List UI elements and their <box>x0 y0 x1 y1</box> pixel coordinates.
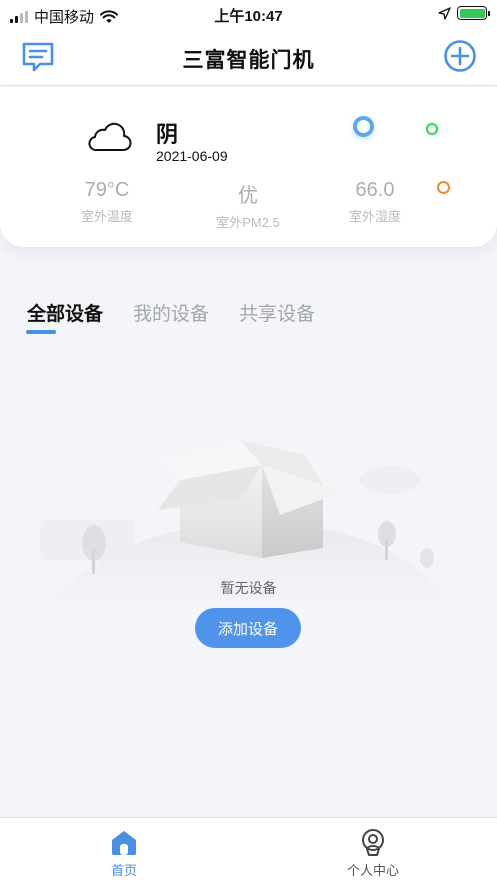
bottom-tab-home-label: 首页 <box>110 863 137 878</box>
add-device-cta-button[interactable]: 添加设备 <box>195 608 301 648</box>
indicator-dot-green <box>426 123 438 135</box>
metric-label: 室外PM2.5 <box>216 215 280 230</box>
metric-value: 优 <box>238 185 258 207</box>
empty-state-text: 暂无设备 <box>220 580 277 596</box>
indicator-dot-blue <box>353 116 374 137</box>
metric-humidity: 66.0 室外湿度 <box>315 179 435 225</box>
metric-label: 室外温度 <box>80 209 133 224</box>
add-circle-icon <box>444 40 476 72</box>
location-icon <box>438 6 451 20</box>
tab-my-devices[interactable]: 我的设备 <box>133 299 209 326</box>
weather-condition: 阴 <box>156 122 179 147</box>
tab-all-devices[interactable]: 全部设备 <box>27 299 103 326</box>
cloud-icon <box>88 122 132 152</box>
profile-icon <box>362 829 384 856</box>
bottom-tab-profile-label: 个人中心 <box>346 863 399 878</box>
status-time: 上午10:47 <box>214 8 283 25</box>
metric-label: 室外湿度 <box>348 209 401 224</box>
status-right <box>438 6 490 20</box>
indicator-dot-orange <box>437 181 450 194</box>
tab-shared-devices[interactable]: 共享设备 <box>239 299 315 326</box>
add-device-button[interactable] <box>443 39 477 73</box>
active-tab-indicator <box>26 330 56 334</box>
status-bar: 中国移动 上午10:47 <box>0 0 497 30</box>
nav-bar: 三富智能门机 <box>0 30 497 86</box>
bottom-tab-profile[interactable]: 个人中心 <box>323 828 423 879</box>
battery-charging-icon <box>457 6 490 20</box>
metric-temperature: 79°C 室外温度 <box>47 179 167 225</box>
metric-pm25: 优 室外PM2.5 <box>188 179 308 231</box>
metric-value: 66.0 <box>355 179 395 201</box>
device-tabs: 全部设备 我的设备 共享设备 <box>27 299 315 326</box>
weather-card: 阴 2021-06-09 79°C 室外温度 优 室外PM2.5 66.0 室外… <box>0 87 497 247</box>
bottom-tab-home[interactable]: 首页 <box>74 828 174 879</box>
metric-value: 79°C <box>84 179 130 201</box>
bottom-tab-bar: 首页 个人中心 <box>0 817 497 883</box>
home-icon <box>112 831 136 855</box>
weather-date: 2021-06-09 <box>156 148 228 164</box>
page-title: 三富智能门机 <box>182 49 315 72</box>
